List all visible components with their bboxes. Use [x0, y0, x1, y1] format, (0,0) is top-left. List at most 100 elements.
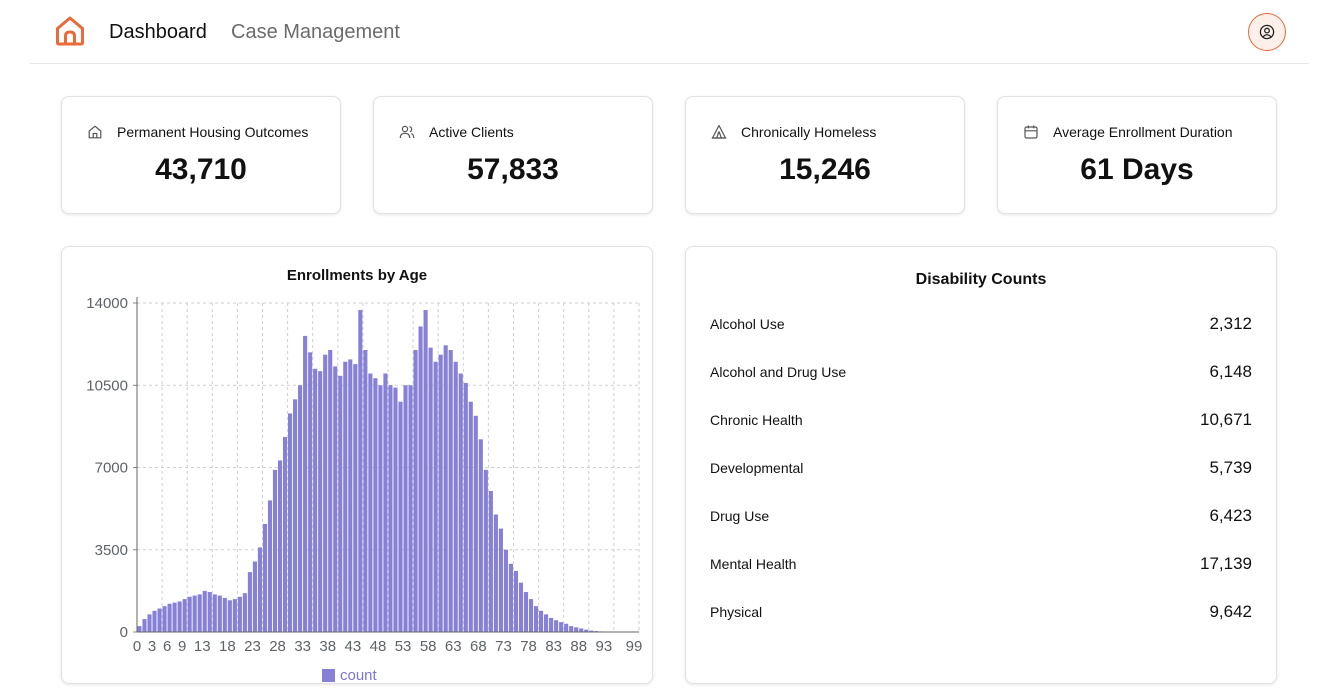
age-bar — [348, 359, 353, 632]
age-bar — [247, 572, 252, 632]
x-tick-label: 18 — [219, 638, 236, 655]
age-bar — [323, 354, 328, 632]
tent-icon — [711, 124, 727, 139]
disability-count: 2,312 — [1209, 314, 1252, 333]
stat-label: Active Clients — [429, 124, 514, 140]
nav-dashboard[interactable]: Dashboard — [109, 20, 207, 44]
age-bar — [443, 345, 448, 632]
x-tick-label: 58 — [420, 638, 437, 655]
age-bar — [197, 594, 202, 632]
disability-row-chronic-health: Chronic Health 10,671 — [710, 409, 1252, 431]
disability-count: 5,739 — [1209, 458, 1252, 477]
stat-value: 61 Days — [1080, 153, 1194, 186]
age-bar — [569, 626, 574, 632]
age-bar — [483, 469, 488, 632]
age-bar — [202, 590, 207, 632]
disability-label: Chronic Health — [710, 412, 803, 428]
age-bar — [528, 599, 534, 632]
y-tick-label: 10500 — [86, 377, 128, 394]
age-bar — [544, 614, 549, 632]
age-bar — [328, 350, 333, 632]
legend-swatch — [322, 669, 335, 682]
stat-card-permanent-housing: Permanent Housing Outcomes 43,710 — [61, 96, 341, 214]
x-tick-label: 88 — [570, 638, 587, 655]
age-bar — [398, 401, 403, 632]
age-bar — [393, 387, 398, 632]
age-bar — [272, 469, 278, 632]
age-bar — [418, 326, 423, 632]
age-bar — [137, 626, 142, 632]
home-icon — [88, 125, 102, 139]
stat-label: Average Enrollment Duration — [1053, 124, 1233, 140]
age-bar — [358, 310, 363, 632]
age-bar — [338, 375, 343, 632]
age-bar — [262, 523, 268, 632]
age-bar — [147, 614, 152, 632]
y-tick-label: 7000 — [95, 460, 128, 477]
age-bar — [378, 385, 383, 632]
age-bar — [579, 628, 584, 632]
age-bar — [192, 595, 197, 632]
x-tick-label: 28 — [269, 638, 286, 655]
stat-label: Permanent Housing Outcomes — [117, 124, 309, 140]
enrollments-by-age-chart: 03500700010500140000 3 6 9 13 18 23 28 33 38 43 48 5… — [86, 295, 642, 683]
age-bar — [212, 594, 217, 632]
age-bar — [388, 385, 393, 632]
age-bar — [423, 310, 428, 632]
age-bar — [373, 378, 378, 632]
age-bar — [523, 592, 529, 632]
y-tick-label: 0 — [120, 624, 128, 641]
age-bar — [288, 413, 293, 632]
disability-row-alcohol-use: Alcohol Use 2,312 — [710, 313, 1252, 335]
age-bar — [252, 561, 257, 632]
age-bar — [513, 570, 519, 632]
age-bar — [217, 595, 222, 632]
age-bar — [383, 373, 388, 632]
age-bar — [222, 597, 227, 632]
x-tick-label: 68 — [470, 638, 487, 655]
stat-card-chronically-homeless: Chronically Homeless 15,246 — [685, 96, 965, 214]
x-tick-label: 73 — [495, 638, 512, 655]
age-bar — [167, 603, 172, 632]
age-bar — [237, 596, 242, 632]
x-tick-label: 78 — [520, 638, 537, 655]
disability-count: 17,139 — [1200, 554, 1252, 573]
age-bar — [533, 606, 539, 632]
age-bar — [298, 385, 303, 632]
age-bar — [277, 460, 283, 632]
user-menu-button[interactable] — [1248, 13, 1286, 51]
age-bar — [162, 606, 167, 632]
age-bar — [413, 350, 418, 632]
home-icon[interactable] — [54, 15, 86, 47]
stat-value: 15,246 — [779, 153, 871, 186]
age-bar — [353, 364, 358, 632]
disability-label: Developmental — [710, 460, 804, 476]
age-bar — [293, 399, 298, 632]
age-bar — [408, 385, 413, 632]
age-bar — [493, 514, 498, 632]
age-bar — [473, 415, 478, 632]
age-bar — [574, 627, 579, 632]
disability-count: 6,423 — [1209, 506, 1252, 525]
stat-card-average-enrollment: Average Enrollment Duration 61 Days — [997, 96, 1277, 214]
x-tick-label: 6 — [163, 638, 171, 655]
age-bar — [518, 582, 524, 632]
age-bar — [182, 599, 187, 632]
age-bar — [463, 382, 468, 632]
age-bar — [318, 371, 323, 632]
age-bar — [267, 500, 273, 632]
age-bar — [333, 366, 338, 632]
age-bar — [488, 491, 493, 632]
x-tick-label: 3 — [148, 638, 156, 655]
age-bar — [433, 361, 438, 632]
age-bar — [458, 373, 463, 632]
disability-count: 10,671 — [1200, 410, 1252, 429]
stat-label: Chronically Homeless — [741, 124, 877, 140]
age-bar — [177, 601, 182, 632]
nav-case-management[interactable]: Case Management — [231, 20, 400, 44]
age-bar — [172, 602, 177, 632]
x-tick-label: 9 — [178, 638, 186, 655]
age-bar — [242, 593, 247, 632]
disability-row-physical: Physical 9,642 — [710, 601, 1252, 623]
disability-row-alcohol-and-drug-use: Alcohol and Drug Use 6,148 — [710, 361, 1252, 383]
